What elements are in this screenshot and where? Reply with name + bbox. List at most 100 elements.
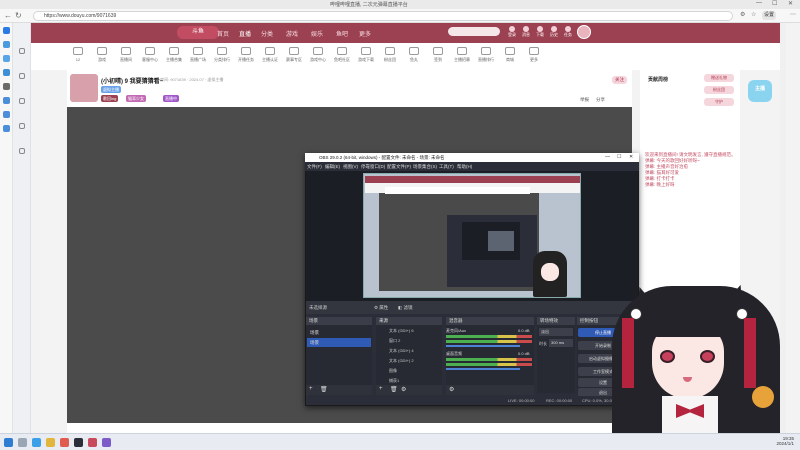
volume-slider[interactable]: [446, 345, 520, 347]
sidebar-app-icon[interactable]: [3, 125, 10, 132]
add-scene-icon[interactable]: +: [309, 386, 313, 392]
category-item[interactable]: 直播广场: [186, 47, 210, 63]
sidebar-app-icon[interactable]: [3, 97, 10, 104]
nav-item[interactable]: 直播: [239, 29, 251, 38]
category-item[interactable]: 签到: [426, 47, 450, 63]
favorites-icon[interactable]: ☆: [751, 11, 756, 18]
nav-item[interactable]: 游戏: [286, 29, 298, 38]
nav-item[interactable]: 首页: [217, 29, 229, 38]
source-item[interactable]: 捕获1: [377, 377, 439, 385]
room-tag[interactable]: 直播中: [163, 95, 179, 102]
app-icon[interactable]: [88, 438, 97, 447]
download-button[interactable]: 下载: [535, 26, 545, 38]
source-item[interactable]: 文本 (GDI+) 4: [377, 347, 439, 355]
obs-maximize-icon[interactable]: ☐: [617, 154, 621, 160]
page-scrollbar[interactable]: [780, 23, 786, 433]
category-item[interactable]: 直播排行: [474, 47, 498, 63]
category-item[interactable]: 游戏: [90, 47, 114, 63]
profile-button[interactable]: 设置: [762, 11, 776, 20]
category-item[interactable]: 开播任务: [234, 47, 258, 63]
category-item[interactable]: 粉丝团: [378, 47, 402, 63]
category-item[interactable]: 主播认证: [258, 47, 282, 63]
streamer-avatar[interactable]: [70, 74, 98, 102]
explorer-icon[interactable]: [46, 438, 55, 447]
menu-icon[interactable]: ⋯: [790, 11, 796, 18]
add-source-icon[interactable]: +: [379, 386, 383, 392]
nav-item[interactable]: 更多: [359, 29, 371, 38]
obs-close-icon[interactable]: ✕: [629, 154, 633, 160]
category-item[interactable]: 主播合集: [162, 47, 186, 63]
category-item[interactable]: 赛事专区: [282, 47, 306, 63]
minimize-icon[interactable]: —: [756, 0, 762, 6]
room-tag[interactable]: 歌回ing: [101, 95, 119, 102]
panel-button[interactable]: 赠送礼物: [704, 74, 734, 82]
category-item[interactable]: 鱼丸: [402, 47, 426, 63]
report-link[interactable]: 举报: [580, 97, 589, 103]
source-item[interactable]: 窗口 2: [377, 337, 439, 345]
category-item[interactable]: 商城: [498, 47, 522, 63]
room-tag[interactable]: 虚拟主播: [101, 86, 121, 93]
remove-source-icon[interactable]: 🗑: [390, 386, 398, 393]
follow-button[interactable]: 关注: [612, 76, 627, 84]
message-button[interactable]: 消息: [521, 26, 531, 38]
category-item[interactable]: 客服中心: [138, 47, 162, 63]
sidebar-item-home[interactable]: [15, 48, 29, 55]
site-search-input[interactable]: [448, 27, 500, 36]
share-link[interactable]: 分享: [596, 97, 605, 103]
sidebar-app-icon[interactable]: [3, 55, 10, 62]
maximize-icon[interactable]: ☐: [772, 0, 777, 7]
source-item[interactable]: 文本 (GDI+) 2: [377, 357, 439, 365]
login-button[interactable]: 登录: [507, 26, 517, 38]
app-icon[interactable]: [60, 438, 69, 447]
sidebar-item-follow[interactable]: [15, 73, 29, 80]
nav-item[interactable]: 分类: [261, 29, 273, 38]
sidebar-app-icon[interactable]: [3, 27, 10, 34]
nav-item[interactable]: 鱼吧: [336, 29, 348, 38]
extensions-icon[interactable]: ⚙: [740, 11, 745, 18]
history-button[interactable]: 历史: [549, 26, 559, 38]
obs-minimize-icon[interactable]: —: [605, 154, 610, 160]
room-tag[interactable]: 猫耳少女: [126, 95, 146, 102]
obs-icon[interactable]: [74, 438, 83, 447]
sidebar-item-category[interactable]: [15, 98, 29, 105]
category-item[interactable]: 主播招募: [450, 47, 474, 63]
obs-menu-item[interactable]: 视图(V): [343, 164, 358, 170]
avatar[interactable]: [577, 25, 591, 39]
gear-icon[interactable]: ⚙: [401, 386, 406, 393]
scene-item[interactable]: 场景: [307, 338, 371, 347]
duration-input[interactable]: 300 ms: [549, 339, 573, 347]
sidebar-app-icon[interactable]: [3, 111, 10, 118]
panel-button[interactable]: 守护: [704, 98, 734, 106]
volume-slider[interactable]: [446, 368, 520, 370]
search-icon[interactable]: [18, 438, 27, 447]
category-item[interactable]: 游戏下载: [354, 47, 378, 63]
category-item[interactable]: 直播间: [114, 47, 138, 63]
category-item[interactable]: 游戏中心: [306, 47, 330, 63]
close-icon[interactable]: ✕: [788, 0, 793, 7]
source-item[interactable]: 文本 (GDI+) 6: [377, 327, 439, 335]
category-item[interactable]: 鱼吧社区: [330, 47, 354, 63]
sidebar-app-icon[interactable]: [3, 69, 10, 76]
category-item[interactable]: 12: [66, 47, 90, 62]
obs-menu-item[interactable]: 工具(T): [439, 164, 454, 170]
url-input[interactable]: https://www.douyu.com/9071639: [33, 11, 733, 21]
source-item[interactable]: 图像: [377, 367, 439, 375]
edge-icon[interactable]: [32, 438, 41, 447]
sidebar-app-icon[interactable]: [3, 83, 10, 90]
sidebar-app-icon[interactable]: [3, 41, 10, 48]
obs-menu-item[interactable]: 配置文件(P): [387, 164, 411, 170]
back-icon[interactable]: ←: [4, 11, 12, 20]
start-icon[interactable]: [4, 438, 13, 447]
scene-item[interactable]: 场景: [307, 328, 371, 337]
category-item[interactable]: 分类排行: [210, 47, 234, 63]
obs-menu-item[interactable]: 编辑(E): [325, 164, 340, 170]
properties-button[interactable]: ⚙ 属性: [374, 305, 388, 311]
filters-button[interactable]: ◧ 滤镜: [398, 305, 413, 311]
sidebar-item-game[interactable]: [15, 123, 29, 130]
task-button[interactable]: 任务: [563, 26, 573, 38]
mixer-settings-icon[interactable]: ⚙: [449, 386, 454, 393]
nav-item[interactable]: 娱乐: [311, 29, 323, 38]
obs-menu-item[interactable]: 停靠窗口(D): [361, 164, 385, 170]
obs-menu-item[interactable]: 场景集合(S): [413, 164, 437, 170]
sidebar-item-history[interactable]: [15, 148, 29, 155]
